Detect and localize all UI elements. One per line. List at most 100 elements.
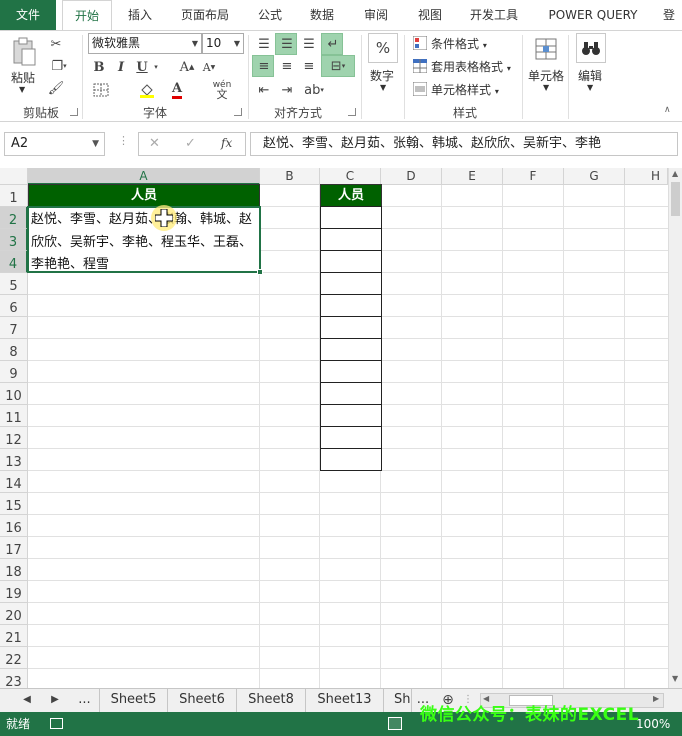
row-header-9[interactable]: 9 bbox=[0, 361, 28, 383]
cell-c11[interactable] bbox=[320, 404, 382, 427]
cell-style-icon[interactable] bbox=[412, 81, 428, 97]
cell-c2[interactable] bbox=[320, 206, 382, 229]
sheet-tab-ellipsis[interactable]: ... bbox=[70, 689, 100, 712]
tab-insert[interactable]: 插入 bbox=[118, 0, 162, 30]
formula-input[interactable]: 赵悦、李雪、赵月茹、张翰、韩城、赵欣欣、吴新宇、李艳 bbox=[250, 132, 678, 156]
tab-sign-in[interactable]: 登 bbox=[656, 0, 682, 30]
cell-c13[interactable] bbox=[320, 448, 382, 471]
fill-handle[interactable] bbox=[257, 269, 263, 275]
number-format-button[interactable]: 数字 bbox=[370, 67, 394, 84]
font-launcher-icon[interactable] bbox=[234, 108, 242, 116]
cell-c3[interactable] bbox=[320, 228, 382, 251]
row-header-3[interactable]: 3 bbox=[0, 229, 28, 251]
sheet-tab-sheet5[interactable]: Sheet5 bbox=[100, 689, 168, 712]
row-header-20[interactable]: 20 bbox=[0, 603, 28, 625]
macro-record-icon[interactable] bbox=[50, 718, 63, 729]
middle-align-icon[interactable]: ☰ bbox=[277, 35, 297, 53]
row-header-4[interactable]: 4 bbox=[0, 251, 28, 273]
row-header-12[interactable]: 12 bbox=[0, 427, 28, 449]
editing-button[interactable]: 编辑 bbox=[578, 67, 602, 84]
format-painter-icon[interactable]: 🖌 bbox=[47, 79, 65, 97]
alignment-launcher-icon[interactable] bbox=[348, 108, 356, 116]
number-dropdown-icon[interactable]: ▼ bbox=[380, 83, 386, 92]
font-size-combo[interactable]: 10 ▼ bbox=[202, 33, 244, 54]
cell-c10[interactable] bbox=[320, 382, 382, 405]
shrink-font-button[interactable]: A ▼ bbox=[200, 58, 218, 76]
zoom-level[interactable]: 100% bbox=[636, 712, 670, 736]
row-header-8[interactable]: 8 bbox=[0, 339, 28, 361]
prev-sheet-icon[interactable]: ◀ bbox=[20, 689, 34, 712]
collapse-ribbon-icon[interactable]: ∧ bbox=[664, 105, 671, 115]
scroll-down-icon[interactable]: ▼ bbox=[672, 674, 678, 683]
cell-c7[interactable] bbox=[320, 316, 382, 339]
enter-icon[interactable]: ✓ bbox=[185, 136, 196, 151]
cell-a2-selection[interactable] bbox=[27, 206, 261, 273]
column-header-g[interactable]: G bbox=[564, 168, 625, 185]
increase-indent-icon[interactable]: ⇥ bbox=[277, 81, 297, 99]
row-header-5[interactable]: 5 bbox=[0, 273, 28, 295]
cell-c4[interactable] bbox=[320, 250, 382, 273]
sheet-tab-sheet8[interactable]: Sheet8 bbox=[237, 689, 306, 712]
paste-icon[interactable] bbox=[10, 37, 38, 67]
bold-button[interactable]: B bbox=[90, 58, 108, 76]
orientation-icon[interactable]: ab ▾ bbox=[299, 81, 329, 99]
tab-page-layout[interactable]: 页面布局 bbox=[172, 0, 238, 30]
column-header-e[interactable]: E bbox=[442, 168, 503, 185]
column-header-c[interactable]: C bbox=[320, 168, 381, 185]
top-align-icon[interactable]: ☰ bbox=[254, 35, 274, 53]
row-header-15[interactable]: 15 bbox=[0, 493, 28, 515]
sheet-tab-sheet13[interactable]: Sheet13 bbox=[306, 689, 384, 712]
cell-c5[interactable] bbox=[320, 272, 382, 295]
tab-formulas[interactable]: 公式 bbox=[248, 0, 292, 30]
row-header-13[interactable]: 13 bbox=[0, 449, 28, 471]
cell-c1-header[interactable]: 人员 bbox=[320, 184, 382, 207]
scroll-up-icon[interactable]: ▲ bbox=[672, 169, 678, 178]
fill-color-icon[interactable] bbox=[138, 81, 156, 99]
vertical-scrollbar[interactable]: ▲ ▼ bbox=[668, 168, 682, 688]
tab-power-query[interactable]: POWER QUERY bbox=[538, 0, 648, 30]
cell-style-button[interactable]: 单元格样式 ▾ bbox=[431, 81, 499, 98]
percent-icon[interactable]: % bbox=[368, 33, 398, 63]
vertical-scroll-thumb[interactable] bbox=[671, 182, 680, 216]
row-header-10[interactable]: 10 bbox=[0, 383, 28, 405]
tab-file[interactable]: 文件 bbox=[0, 0, 56, 30]
row-header-14[interactable]: 14 bbox=[0, 471, 28, 493]
decrease-indent-icon[interactable]: ⇤ bbox=[254, 81, 274, 99]
tab-view[interactable]: 视图 bbox=[408, 0, 452, 30]
cells-dropdown-icon[interactable]: ▼ bbox=[543, 83, 549, 92]
cells-button[interactable]: 单元格 bbox=[528, 67, 564, 84]
scroll-right-icon[interactable]: ▶ bbox=[653, 694, 659, 703]
cell-c9[interactable] bbox=[320, 360, 382, 383]
align-left-icon[interactable]: ≡ bbox=[254, 57, 274, 75]
sheet-tab-sheet6[interactable]: Sheet6 bbox=[168, 689, 237, 712]
row-header-21[interactable]: 21 bbox=[0, 625, 28, 647]
row-header-2[interactable]: 2 bbox=[0, 207, 28, 229]
cell-c8[interactable] bbox=[320, 338, 382, 361]
sheet-tab-partial[interactable]: Sh bbox=[384, 689, 412, 712]
row-header-23[interactable]: 23 bbox=[0, 669, 28, 688]
clipboard-launcher-icon[interactable] bbox=[70, 108, 78, 116]
normal-view-icon[interactable] bbox=[388, 717, 402, 730]
column-header-f[interactable]: F bbox=[503, 168, 564, 185]
insert-function-icon[interactable]: fx bbox=[221, 136, 232, 150]
merge-center-icon[interactable]: ⊟ ▾ bbox=[323, 57, 353, 75]
select-all-corner[interactable] bbox=[0, 168, 28, 185]
tab-home[interactable]: 开始 bbox=[62, 0, 112, 31]
conditional-format-icon[interactable] bbox=[412, 35, 428, 51]
cell-c12[interactable] bbox=[320, 426, 382, 449]
row-header-17[interactable]: 17 bbox=[0, 537, 28, 559]
column-header-d[interactable]: D bbox=[381, 168, 442, 185]
row-header-6[interactable]: 6 bbox=[0, 295, 28, 317]
column-header-b[interactable]: B bbox=[260, 168, 320, 185]
grow-font-button[interactable]: A ▲ bbox=[178, 58, 196, 76]
row-header-11[interactable]: 11 bbox=[0, 405, 28, 427]
table-format-icon[interactable] bbox=[412, 58, 428, 74]
font-name-combo[interactable]: 微软雅黑 ▼ bbox=[88, 33, 202, 54]
table-format-button[interactable]: 套用表格格式 ▾ bbox=[431, 58, 511, 75]
tab-developer[interactable]: 开发工具 bbox=[462, 0, 526, 30]
column-header-a[interactable]: A bbox=[28, 168, 260, 185]
conditional-format-button[interactable]: 条件格式 ▾ bbox=[431, 35, 487, 52]
row-header-16[interactable]: 16 bbox=[0, 515, 28, 537]
paste-button[interactable]: 粘贴 bbox=[11, 69, 35, 86]
paste-dropdown-icon[interactable]: ▼ bbox=[19, 85, 25, 94]
